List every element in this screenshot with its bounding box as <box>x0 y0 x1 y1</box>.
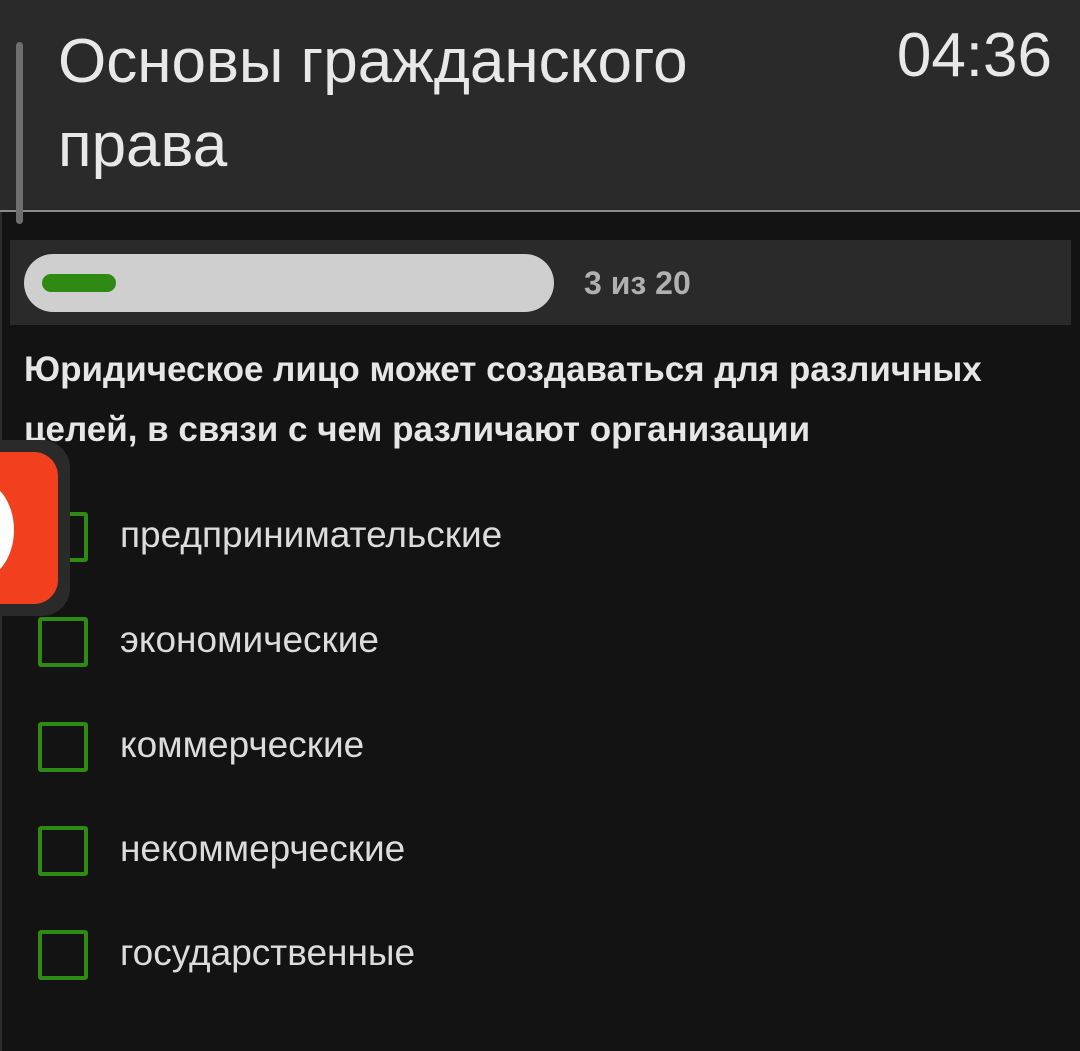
circle-icon <box>0 480 14 580</box>
option-label: предпринимательские <box>120 514 503 555</box>
checkbox[interactable] <box>38 722 88 772</box>
header-bar: Основы гражданского права 04:36 <box>0 0 1080 224</box>
option-label: государственные <box>120 932 416 973</box>
answer-option[interactable]: коммерческие <box>36 716 936 776</box>
option-label: некоммерческие <box>120 828 406 869</box>
countdown-timer: 04:36 <box>896 21 1052 90</box>
page-title: Основы гражданского права <box>58 27 688 180</box>
question-text: Юридическое лицо может создаваться для р… <box>24 350 982 449</box>
checkbox[interactable] <box>38 930 88 980</box>
answer-option[interactable]: некоммерческие <box>36 820 936 880</box>
floating-button-face <box>0 452 58 604</box>
scroll-indicator[interactable] <box>16 42 23 224</box>
answer-option[interactable]: государственные <box>36 924 936 984</box>
floating-app-button[interactable] <box>0 440 70 616</box>
progress-bar <box>24 254 554 312</box>
quiz-screen: Основы гражданского права 04:36 3 из 20 … <box>0 0 1080 1051</box>
answer-option[interactable]: предпринимательские <box>36 506 936 566</box>
progress-counter: 3 из 20 <box>584 265 691 301</box>
left-edge-divider <box>0 212 2 1051</box>
progress-bar-fill <box>42 274 116 292</box>
answer-option[interactable]: экономические <box>36 611 936 671</box>
checkbox[interactable] <box>38 826 88 876</box>
progress-panel: 3 из 20 <box>10 240 1071 325</box>
option-label: экономические <box>120 619 379 660</box>
option-label: коммерческие <box>120 724 365 765</box>
checkbox[interactable] <box>38 617 88 667</box>
